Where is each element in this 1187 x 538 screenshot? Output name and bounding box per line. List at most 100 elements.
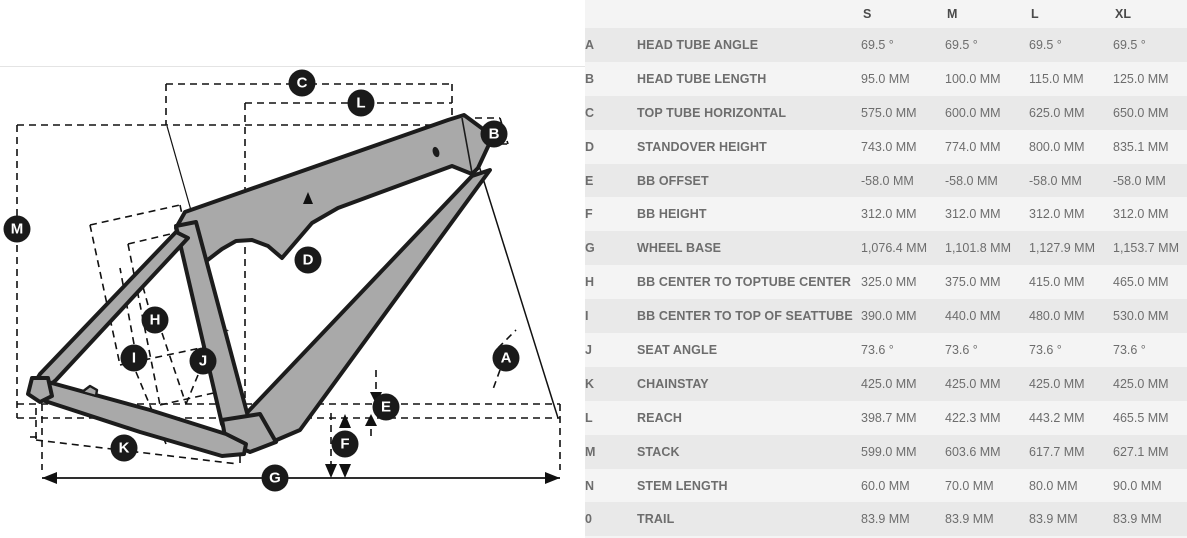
table-row: N STEM LENGTH 60.0 MM 70.0 MM 80.0 MM 90.0 MM	[585, 468, 1187, 503]
row-value-xl: -58.0 MM	[1113, 173, 1166, 188]
row-key-k: K	[585, 376, 595, 391]
table-row: J SEAT ANGLE 73.6 ° 73.6 ° 73.6 ° 73.6 °	[585, 333, 1187, 367]
badge-label: B	[489, 126, 500, 143]
bike-geometry-diagram-pane: A B C D E F G H I J K L M	[0, 0, 585, 538]
row-key-l: L	[585, 410, 593, 425]
row-value-l: 415.0 MM	[1029, 275, 1085, 290]
row-value-m: 312.0 MM	[945, 207, 1001, 222]
row-measure-name: BB OFFSET	[637, 173, 709, 188]
row-value-xl: 530.0 MM	[1113, 309, 1169, 324]
row-measure-name: TOP TUBE HORIZONTAL	[637, 105, 787, 120]
geometry-table: S M L XL A HEAD TUBE ANGLE 69.5 ° 69.5 ° 69.…	[585, 0, 1187, 537]
callout-badge-f: F	[331, 430, 359, 458]
callout-badge-b: B	[480, 120, 508, 148]
row-value-xl: 125.0 MM	[1113, 71, 1169, 86]
row-key-m: M	[585, 444, 596, 459]
row-value-m: 422.3 MM	[945, 410, 1001, 425]
header-name-col	[637, 0, 861, 28]
table-header-row: S M L XL	[585, 0, 1187, 28]
callout-badge-c: C	[288, 69, 316, 97]
row-value-l: 480.0 MM	[1029, 309, 1085, 324]
row-value-l: 625.0 MM	[1029, 105, 1085, 120]
badge-label: D	[303, 252, 314, 269]
arrow-f-up	[339, 414, 351, 428]
table-row: E BB OFFSET -58.0 MM -58.0 MM -58.0 MM -58.0 …	[585, 163, 1187, 198]
row-value-xl: 835.1 MM	[1113, 139, 1169, 154]
badge-label: M	[11, 221, 24, 238]
row-value-m: 375.0 MM	[945, 275, 1001, 290]
row-key-i: I	[585, 309, 589, 324]
row-value-s: 599.0 MM	[861, 444, 917, 459]
bike-geometry-diagram: A B C D E F G H I J K L M	[0, 66, 585, 492]
row-measure-name: STEM LENGTH	[637, 478, 728, 493]
table-row: I BB CENTER TO TOP OF SEATTUBE 390.0 MM 440…	[585, 299, 1187, 334]
table-row: 0 TRAIL 83.9 MM 83.9 MM 83.9 MM 83.9 MM	[585, 502, 1187, 537]
table-row: K CHAINSTAY 425.0 MM 425.0 MM 425.0 MM 425.0 …	[585, 366, 1187, 401]
row-key-n: N	[585, 478, 595, 493]
row-value-l: 443.2 MM	[1029, 410, 1085, 425]
row-measure-name: SEAT ANGLE	[637, 342, 718, 357]
table-row: B HEAD TUBE LENGTH 95.0 MM 100.0 MM 115.0 MM…	[585, 61, 1187, 96]
guide-seattube-box-a-top	[89, 204, 181, 226]
row-value-m: 440.0 MM	[945, 309, 1001, 324]
row-value-s: 390.0 MM	[861, 309, 917, 324]
geometry-page: ABCDEFGHIJKLM S M L XL A HEAD TUBE ANGLE 6…	[0, 0, 1187, 538]
row-value-m: 600.0 MM	[945, 105, 1001, 120]
header-key-col	[585, 0, 637, 28]
row-value-l: 800.0 MM	[1029, 139, 1085, 154]
row-measure-name: CHAINSTAY	[637, 376, 709, 391]
row-measure-name: TRAIL	[637, 512, 675, 527]
badge-label: G	[269, 470, 281, 487]
header-size-s: S	[861, 0, 945, 28]
badge-label: I	[132, 350, 136, 367]
arrow-d-down	[325, 464, 337, 478]
row-key-d: D	[585, 139, 595, 154]
row-measure-name: REACH	[637, 410, 682, 425]
row-key-e: E	[585, 173, 594, 188]
table-row: H BB CENTER TO TOPTUBE CENTER 325.0 MM 375.…	[585, 265, 1187, 300]
table-row: G WHEEL BASE 1,076.4 MM 1,101.8 MM 1,127.9 M…	[585, 231, 1187, 266]
row-measure-name: STACK	[637, 444, 680, 459]
badge-label: E	[381, 399, 391, 416]
row-value-xl: 73.6 °	[1113, 342, 1146, 357]
row-value-xl: 83.9 MM	[1113, 512, 1162, 527]
row-value-l: 69.5 °	[1029, 37, 1062, 52]
row-value-s: 60.0 MM	[861, 478, 910, 493]
badge-label: K	[119, 440, 130, 457]
row-value-l: 73.6 °	[1029, 342, 1062, 357]
row-value-l: 425.0 MM	[1029, 376, 1085, 391]
table-row: C TOP TUBE HORIZONTAL 575.0 MM 600.0 MM 625.…	[585, 95, 1187, 130]
table-row: D STANDOVER HEIGHT 743.0 MM 774.0 MM 800.0 M…	[585, 129, 1187, 164]
row-value-xl: 425.0 MM	[1113, 376, 1169, 391]
row-value-m: 603.6 MM	[945, 444, 1001, 459]
row-value-s: 325.0 MM	[861, 275, 917, 290]
geometry-table-pane: S M L XL A HEAD TUBE ANGLE 69.5 ° 69.5 ° 69.…	[585, 0, 1187, 538]
table-row: L REACH 398.7 MM 422.3 MM 443.2 MM 465.5 MM	[585, 400, 1187, 435]
row-measure-name: BB HEIGHT	[637, 207, 707, 222]
row-key-h: H	[585, 275, 595, 290]
arrow-e-up-b	[365, 414, 377, 426]
row-measure-name: BB CENTER TO TOPTUBE CENTER	[637, 275, 852, 290]
table-row: M STACK 599.0 MM 603.6 MM 617.7 MM 627.1 MM	[585, 434, 1187, 469]
row-value-m: 70.0 MM	[945, 478, 994, 493]
row-key-f: F	[585, 207, 593, 222]
row-measure-name: HEAD TUBE ANGLE	[637, 37, 759, 52]
guide-a-leader-lower	[491, 369, 501, 393]
row-key-j: J	[585, 342, 592, 357]
callout-badge-m: M	[3, 215, 31, 243]
guide-j-leader-down	[185, 374, 199, 405]
row-key-g: G	[585, 241, 595, 256]
row-value-m: 774.0 MM	[945, 139, 1001, 154]
row-value-xl: 650.0 MM	[1113, 105, 1169, 120]
callout-badge-j: J	[189, 347, 217, 375]
row-key-b: B	[585, 71, 595, 86]
row-value-l: -58.0 MM	[1029, 173, 1082, 188]
bike-frame-artwork	[26, 113, 494, 458]
row-value-xl: 69.5 °	[1113, 37, 1146, 52]
guide-h-leader-down	[161, 332, 187, 405]
row-value-m: 1,101.8 MM	[945, 241, 1012, 256]
header-size-l: L	[1029, 0, 1113, 28]
row-value-s: 398.7 MM	[861, 410, 917, 425]
table-row: F BB HEIGHT 312.0 MM 312.0 MM 312.0 MM 312.0 …	[585, 197, 1187, 232]
row-value-l: 617.7 MM	[1029, 444, 1085, 459]
